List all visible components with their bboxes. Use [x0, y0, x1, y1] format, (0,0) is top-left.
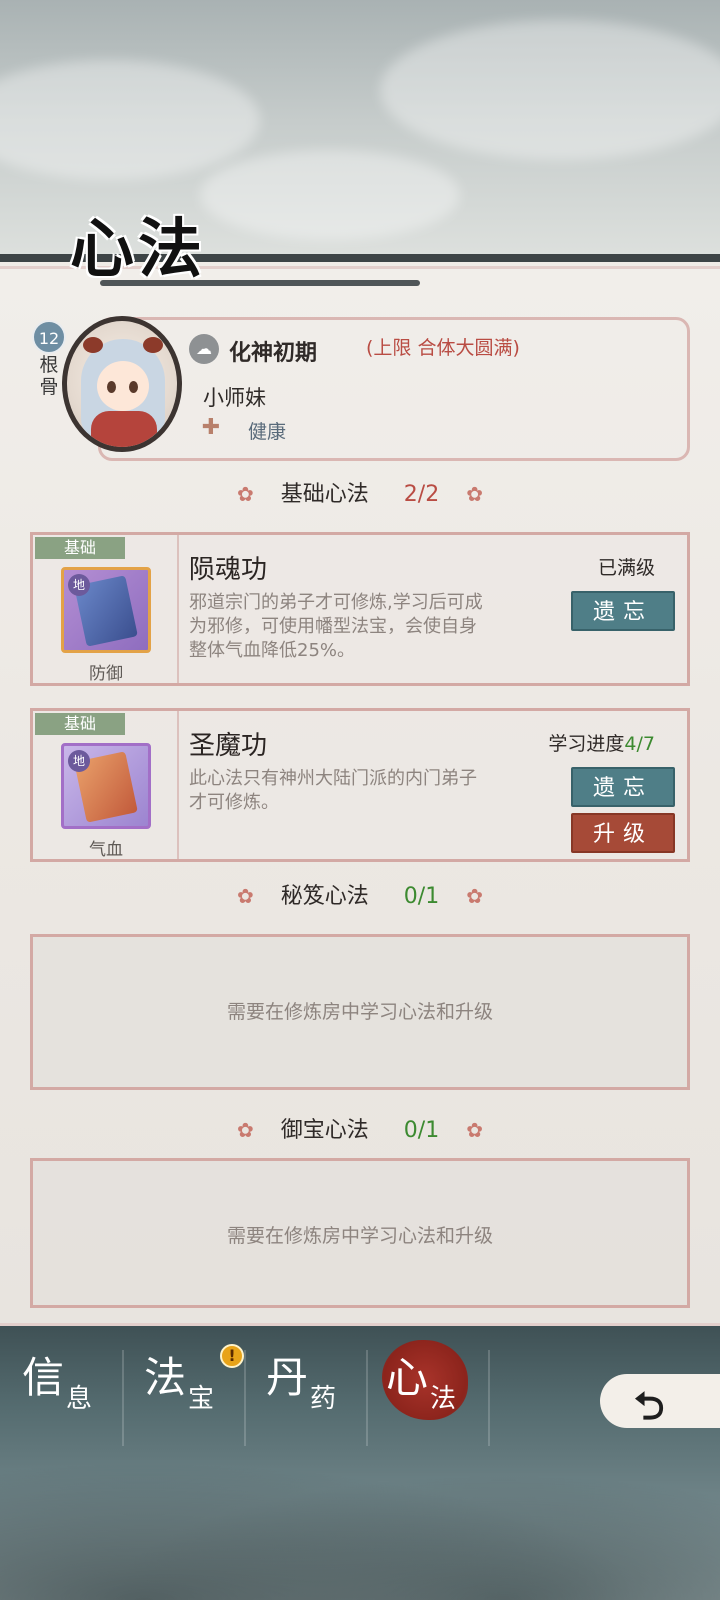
character-name: 小师妹 [203, 386, 266, 410]
forget-button[interactable]: 遗忘 [571, 591, 675, 631]
skill-type: 气血 [89, 840, 123, 860]
seal-icon: 地 [68, 750, 90, 772]
back-arrow-icon: ⮌ [634, 1384, 665, 1428]
empty-slot-treasure[interactable]: 需要在修炼房中学习心法和升级 [30, 1158, 690, 1308]
skill-progress: 学习进度4/7 [548, 729, 655, 756]
skill-icon-area: 基础 地 气血 [33, 711, 179, 860]
tab-divider [244, 1350, 246, 1446]
skill-book-icon: 地 [61, 567, 151, 653]
level-badge: 12 [32, 320, 66, 354]
flower-icon: ✿ [466, 482, 483, 506]
health-status: 健康 [248, 421, 287, 443]
empty-slot-secret[interactable]: 需要在修炼房中学习心法和升级 [30, 934, 690, 1090]
tab-divider [366, 1350, 368, 1446]
skill-card-2[interactable]: 基础 地 气血 圣魔功 此心法只有神州大陆门派的内门弟子才可修炼。 学习进度4/… [30, 708, 690, 862]
section-count: 0/1 [403, 1118, 440, 1143]
skill-type: 防御 [89, 664, 123, 684]
realm-limit: (上限 合体大圆满) [366, 337, 520, 359]
skill-tag: 基础 [35, 713, 125, 735]
seal-icon: 地 [68, 574, 90, 596]
progress-label: 学习进度 [548, 733, 625, 755]
tab-label: 信 [22, 1353, 65, 1402]
section-count: 2/2 [403, 482, 440, 507]
realm-cloud-icon: ☁ [189, 334, 219, 364]
back-button[interactable]: ⮌ [600, 1374, 720, 1428]
heart-plus-icon: ✚ [201, 415, 221, 440]
tab-divider [488, 1350, 490, 1446]
skill-name: 陨魂功 [189, 555, 268, 585]
flower-icon: ✿ [237, 1118, 254, 1142]
progress-value: 4/7 [624, 733, 655, 755]
flower-icon: ✿ [237, 482, 254, 506]
tab-sublabel: 息 [66, 1384, 93, 1414]
level-label: 根骨 [39, 354, 59, 398]
section-header-secret: ✿ 秘笈心法 0/1 ✿ [0, 878, 720, 910]
tab-label: 丹 [266, 1353, 309, 1402]
flower-icon: ✿ [237, 884, 254, 908]
alert-icon: ! [220, 1344, 244, 1368]
section-label: 基础心法 [280, 482, 369, 507]
skill-status: 已满级 [597, 557, 655, 579]
skill-tag: 基础 [35, 537, 125, 559]
skill-description: 此心法只有神州大陆门派的内门弟子才可修炼。 [189, 768, 477, 813]
upgrade-button[interactable]: 升级 [571, 813, 675, 853]
tab-divider [122, 1350, 124, 1446]
tab-sublabel: 药 [310, 1384, 337, 1414]
skill-description: 邪道宗门的弟子才可修炼,学习后可成为邪修，可使用幡型法宝，会使自身整体气血降低2… [189, 592, 483, 661]
tab-label: 心 [386, 1353, 429, 1402]
tab-sublabel: 宝 [188, 1384, 215, 1414]
realm-name: 化神初期 [229, 341, 318, 366]
skill-book-icon: 地 [61, 743, 151, 829]
tab-heart-method[interactable]: 心 法 [376, 1340, 494, 1424]
page-title: 心法 [70, 212, 206, 287]
forget-button[interactable]: 遗忘 [571, 767, 675, 807]
tab-sublabel: 法 [430, 1384, 457, 1414]
tab-info[interactable]: 信 息 [12, 1344, 130, 1424]
flower-icon: ✿ [466, 884, 483, 908]
section-label: 御宝心法 [280, 1118, 369, 1143]
mountain-scenery [0, 1440, 720, 1600]
section-count: 0/1 [403, 884, 440, 909]
flower-icon: ✿ [466, 1118, 483, 1142]
skill-icon-area: 基础 地 防御 [33, 535, 179, 684]
tab-pills[interactable]: 丹 药 [256, 1344, 374, 1424]
section-label: 秘笈心法 [280, 884, 369, 909]
avatar[interactable] [62, 316, 182, 452]
skill-card-1[interactable]: 基础 地 防御 陨魂功 邪道宗门的弟子才可修炼,学习后可成为邪修，可使用幡型法宝… [30, 532, 690, 686]
tab-label: 法 [144, 1353, 187, 1402]
section-header-basic: ✿ 基础心法 2/2 ✿ [0, 476, 720, 508]
skill-name: 圣魔功 [189, 731, 268, 761]
section-header-treasure: ✿ 御宝心法 0/1 ✿ [0, 1112, 720, 1144]
